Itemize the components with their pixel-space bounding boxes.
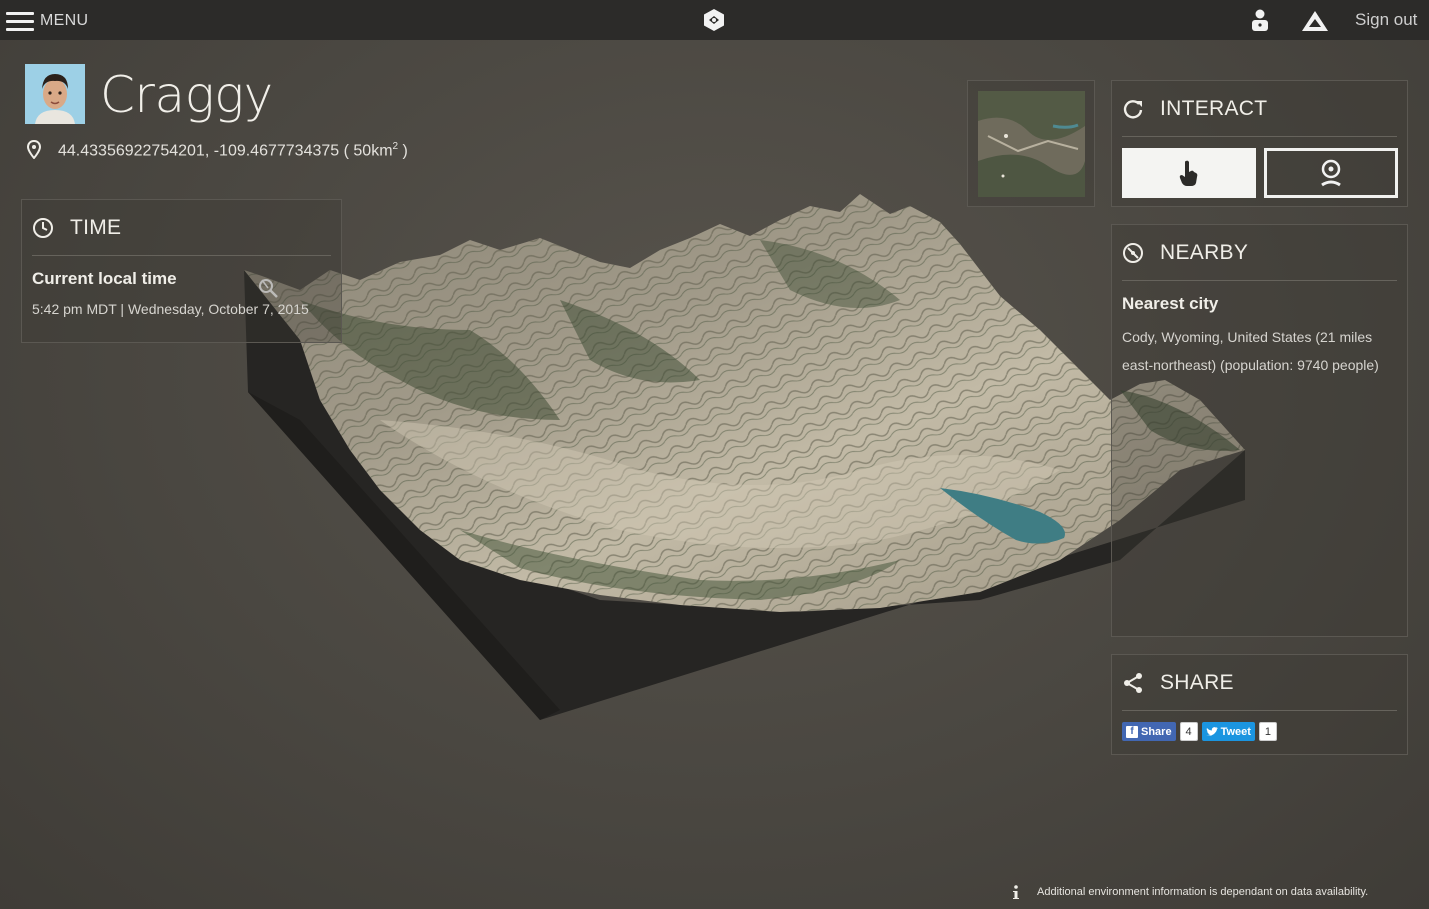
time-heading: TIME bbox=[70, 215, 122, 239]
minimap-panel bbox=[967, 80, 1095, 207]
info-icon[interactable] bbox=[1010, 884, 1022, 900]
local-time-value: 5:42 pm MDT | Wednesday, October 7, 2015 bbox=[32, 301, 309, 317]
coordinates: 44.43356922754201, -109.4677734375 ( 50k… bbox=[58, 141, 408, 160]
nearby-panel: NEARBY Nearest city Cody, Wyoming, Unite… bbox=[1111, 224, 1408, 637]
nearest-city-label: Nearest city bbox=[1122, 294, 1219, 313]
menu-button[interactable]: MENU bbox=[6, 8, 88, 34]
clock-icon bbox=[33, 217, 53, 238]
place-title: Craggy bbox=[100, 66, 273, 124]
share-panel: SHARE f Share 4 Tweet 1 bbox=[1111, 654, 1408, 755]
share-buttons: f Share 4 Tweet 1 bbox=[1122, 722, 1277, 741]
footer-info-text: Additional environment information is de… bbox=[1037, 886, 1369, 898]
nearest-city-value: Cody, Wyoming, United States (21 miles e… bbox=[1122, 329, 1379, 373]
time-panel-header: TIME bbox=[32, 200, 331, 256]
time-panel: TIME Current local time 5:42 pm MDT | We… bbox=[21, 199, 342, 343]
user-icon[interactable] bbox=[1249, 8, 1271, 32]
terrain-viewport[interactable] bbox=[240, 190, 1250, 720]
interact-heading: INTERACT bbox=[1160, 96, 1268, 120]
nearby-heading: NEARBY bbox=[1160, 240, 1249, 264]
twitter-tweet-count: 1 bbox=[1258, 722, 1277, 741]
refresh-icon bbox=[1123, 99, 1143, 119]
touch-mode-button[interactable] bbox=[1122, 148, 1256, 198]
logo-icon[interactable] bbox=[702, 8, 726, 32]
hand-pointer-icon bbox=[1179, 160, 1198, 186]
coordinates-value: 44.43356922754201, -109.4677734375 bbox=[58, 142, 340, 160]
user-avatar[interactable] bbox=[25, 64, 85, 124]
minimap-image[interactable] bbox=[978, 91, 1085, 197]
area-exponent: 2 bbox=[392, 141, 399, 152]
facebook-share-count: 4 bbox=[1179, 722, 1198, 741]
sign-out-link[interactable]: Sign out bbox=[1355, 10, 1417, 30]
menu-icon bbox=[6, 10, 34, 32]
alert-icon[interactable] bbox=[1301, 9, 1329, 33]
share-icon bbox=[1124, 672, 1142, 693]
area-value: 50km bbox=[353, 142, 393, 160]
location-pin-icon bbox=[27, 140, 41, 159]
twitter-tweet-button[interactable]: Tweet bbox=[1201, 722, 1255, 741]
avatar-portrait-icon bbox=[25, 64, 85, 124]
menu-label: MENU bbox=[40, 12, 89, 29]
nearby-panel-header: NEARBY bbox=[1122, 225, 1397, 281]
interact-panel: INTERACT bbox=[1111, 80, 1408, 207]
share-panel-header: SHARE bbox=[1122, 655, 1397, 711]
local-time-label: Current local time bbox=[32, 269, 177, 288]
facebook-share-label: Share bbox=[1141, 725, 1172, 738]
interact-panel-header: INTERACT bbox=[1122, 81, 1397, 137]
share-heading: SHARE bbox=[1160, 670, 1234, 694]
facebook-share-button[interactable]: f Share bbox=[1122, 722, 1176, 741]
top-bar: MENU Sign out bbox=[0, 0, 1429, 40]
twitter-tweet-label: Tweet bbox=[1220, 725, 1251, 738]
view-mode-button[interactable] bbox=[1264, 148, 1398, 198]
twitter-bird-icon bbox=[1205, 726, 1218, 736]
viewer-icon bbox=[1321, 159, 1341, 187]
compass-icon bbox=[1123, 242, 1143, 263]
facebook-icon: f bbox=[1126, 725, 1138, 738]
